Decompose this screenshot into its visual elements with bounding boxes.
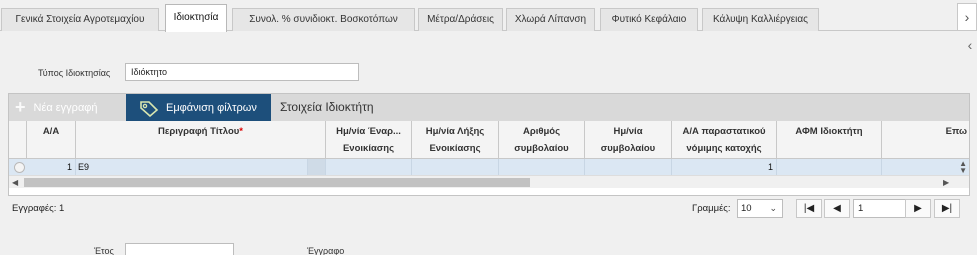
last-page-icon: ▶| xyxy=(941,203,953,214)
vertical-scrollbar[interactable]: ▲ ▼ xyxy=(959,159,967,175)
tag-icon xyxy=(140,100,159,117)
plus-icon: + xyxy=(15,97,26,117)
side-panel-collapse-button[interactable]: ‹ xyxy=(963,34,977,56)
owner-details-title: Στοιχεία Ιδιοκτήτη xyxy=(280,100,374,114)
cell-title-lookup[interactable] xyxy=(308,159,326,175)
next-page-icon: ▶ xyxy=(914,203,922,214)
cell-surname[interactable] xyxy=(882,159,952,175)
cell-aa: 1 xyxy=(27,159,76,175)
document-label: Έγγραφο xyxy=(307,246,345,255)
year-field[interactable] xyxy=(125,243,234,255)
previous-page-icon: ◀ xyxy=(833,203,841,214)
col-aa[interactable]: Α/Α xyxy=(27,121,76,159)
col-title-description[interactable]: Περιγραφή Τίτλου * xyxy=(76,121,326,159)
tab-scroll-right-button[interactable]: › xyxy=(957,3,977,31)
scrollbar-thumb[interactable] xyxy=(24,178,530,187)
rows-per-page-select[interactable]: 10 ⌄ xyxy=(737,199,783,218)
col-selector xyxy=(9,121,27,159)
tab-crop-coverage[interactable]: Κάλυψη Καλλιέργειας xyxy=(702,8,819,31)
scroll-up-down-icon: ▲ ▼ xyxy=(959,159,967,175)
required-asterisk: * xyxy=(239,126,243,137)
ownership-type-label: Τύπος Ιδιοκτησίας xyxy=(38,68,111,78)
new-record-label: Νέα εγγραφή xyxy=(33,101,98,114)
scroll-right-icon[interactable]: ▶ xyxy=(943,176,949,189)
col-owner-afm[interactable]: ΑΦΜ Ιδιοκτήτη xyxy=(777,121,882,159)
cell-title-description[interactable]: Ε9 xyxy=(76,159,308,175)
cell-lease-end[interactable] xyxy=(412,159,499,175)
chevron-right-icon: › xyxy=(964,9,970,25)
chevron-left-icon: ‹ xyxy=(967,37,973,53)
last-page-button[interactable]: ▶| xyxy=(934,199,960,218)
col-legal-document-aa[interactable]: Α/Α παραστατικού νόμιμης κατοχής xyxy=(672,121,777,159)
rows-per-page-label: Γραμμές: xyxy=(692,203,731,214)
cell-contract-number[interactable] xyxy=(499,159,585,175)
records-count: Εγγραφές: 1 xyxy=(12,203,65,214)
show-filters-label: Εμφάνιση φίλτρων xyxy=(166,101,257,114)
horizontal-scrollbar[interactable]: ◀ ▶ xyxy=(9,175,969,188)
first-page-button[interactable]: |◀ xyxy=(796,199,822,218)
grid-footer: Εγγραφές: 1 Γραμμές: 10 ⌄ |◀ ◀ 1 ▶ ▶| xyxy=(8,196,970,222)
col-contract-date[interactable]: Ημ/νία συμβολαίου xyxy=(585,121,672,159)
tab-green-manure[interactable]: Χλωρά Λίπανση xyxy=(506,8,595,31)
grid-toolbar: + Νέα εγγραφή Εμφάνιση φίλτρων Στοιχεία … xyxy=(9,94,969,121)
table-row[interactable]: 1 Ε9 1 xyxy=(9,159,969,175)
col-lease-start[interactable]: Ημ/νία Έναρ... Ενοικίασης xyxy=(326,121,412,159)
chevron-down-icon: ⌄ xyxy=(769,203,777,213)
previous-page-button[interactable]: ◀ xyxy=(824,199,850,218)
tab-measures-actions[interactable]: Μέτρα/Δράσεις xyxy=(418,8,503,31)
row-select-radio[interactable] xyxy=(14,162,25,173)
grid-header: Α/Α Περιγραφή Τίτλου * Ημ/νία Έναρ... Ενο… xyxy=(9,121,969,159)
col-lease-end[interactable]: Ημ/νία Λήξης Ενοικίασης xyxy=(412,121,499,159)
new-record-button[interactable]: + Νέα εγγραφή xyxy=(15,97,125,118)
tab-bar: Γενικά Στοιχεία Αγροτεμαχίου Ιδιοκτησία … xyxy=(0,0,977,32)
page-number-input[interactable]: 1 xyxy=(853,199,911,218)
cell-legal-document-aa[interactable]: 1 xyxy=(672,159,777,175)
tab-ownership[interactable]: Ιδιοκτησία xyxy=(165,4,227,32)
scroll-left-icon[interactable]: ◀ xyxy=(12,176,18,189)
col-surname[interactable]: Επω xyxy=(882,121,969,159)
tab-pasture-coownership[interactable]: Συνολ. % συνιδιοκτ. Βοσκοτόπων xyxy=(232,8,415,31)
cell-lease-start[interactable] xyxy=(326,159,412,175)
first-page-icon: |◀ xyxy=(803,203,815,214)
cell-owner-afm[interactable] xyxy=(777,159,882,175)
cell-contract-date[interactable] xyxy=(585,159,672,175)
owners-grid: + Νέα εγγραφή Εμφάνιση φίλτρων Στοιχεία … xyxy=(8,93,970,196)
year-label: Έτος xyxy=(94,246,114,255)
tab-plant-capital[interactable]: Φυτικό Κεφάλαιο xyxy=(600,8,698,31)
next-page-button[interactable]: ▶ xyxy=(905,199,931,218)
show-filters-button[interactable]: Εμφάνιση φίλτρων xyxy=(126,94,271,121)
tab-general-info[interactable]: Γενικά Στοιχεία Αγροτεμαχίου xyxy=(1,8,159,31)
col-contract-number[interactable]: Αριθμός συμβολαίου xyxy=(499,121,585,159)
ownership-type-field[interactable]: Ιδιόκτητο xyxy=(125,63,359,81)
